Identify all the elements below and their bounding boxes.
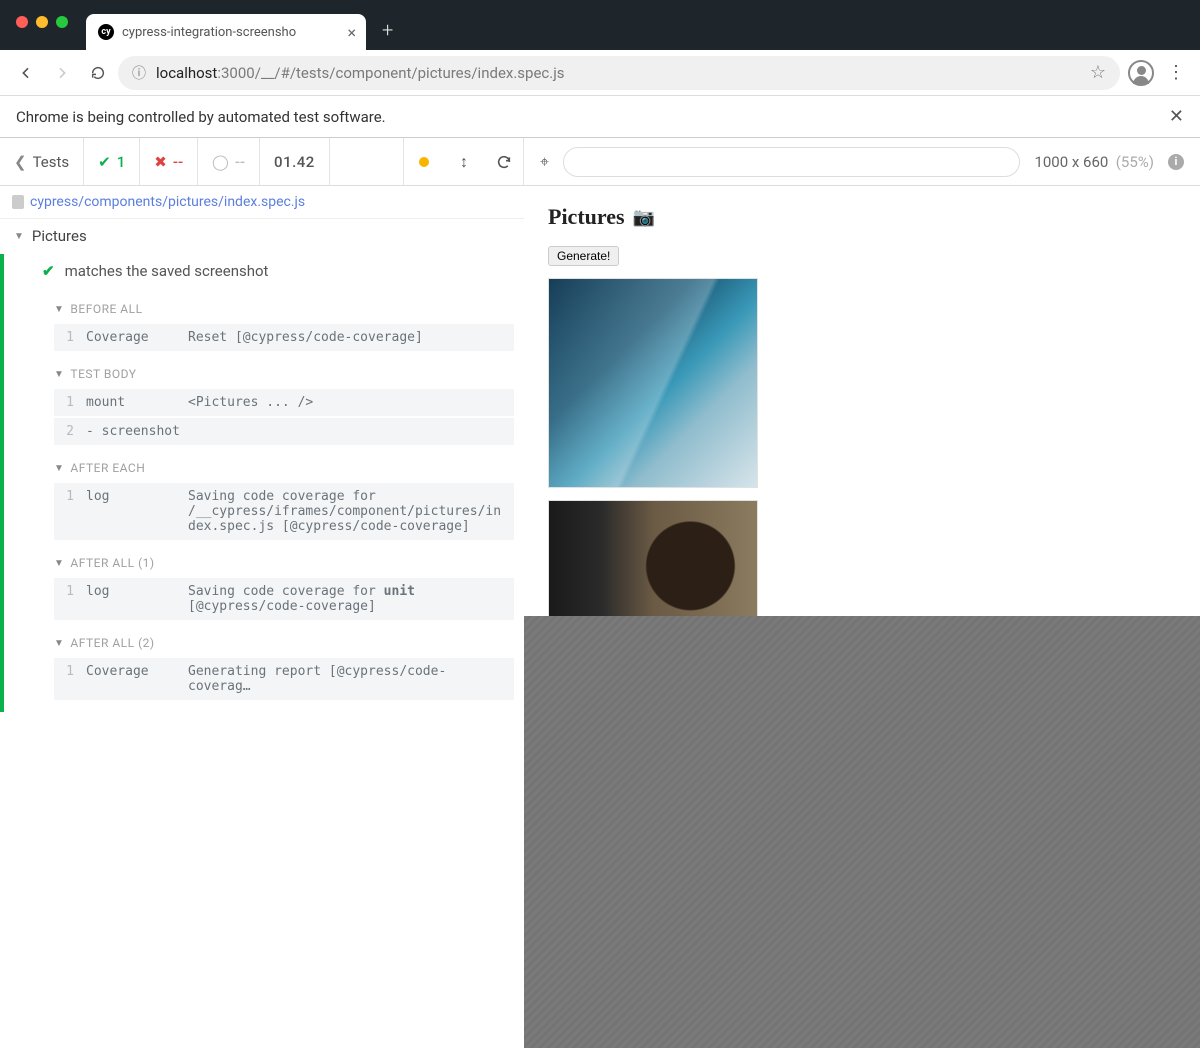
page-title: Pictures📷 bbox=[548, 204, 1176, 230]
reporter-panel: cypress/components/pictures/index.spec.j… bbox=[0, 186, 524, 1048]
browser-toolbar: ⓘ localhost:3000/__/#/tests/component/pi… bbox=[0, 50, 1200, 96]
command-row[interactable]: 1 log Saving code coverage for unit [@cy… bbox=[54, 578, 514, 620]
test-row[interactable]: ✔ matches the saved screenshot bbox=[14, 254, 524, 288]
chevron-down-icon: ▼ bbox=[54, 638, 64, 649]
camera-icon: 📷 bbox=[633, 207, 655, 228]
auto-scroll-toggle[interactable] bbox=[404, 138, 444, 185]
automation-info-bar: Chrome is being controlled by automated … bbox=[0, 96, 1200, 138]
section-before-all[interactable]: ▼ BEFORE ALL bbox=[14, 288, 524, 322]
viewport-size: 1000 x 660 (55%) bbox=[1034, 153, 1154, 171]
command-row[interactable]: 2 - screenshot bbox=[54, 418, 514, 445]
automation-info-text: Chrome is being controlled by automated … bbox=[16, 108, 386, 126]
picture-thumbnail bbox=[548, 500, 758, 620]
command-row[interactable]: 1 mount <Pictures ... /> bbox=[54, 389, 514, 416]
window-controls bbox=[16, 16, 68, 28]
picture-thumbnail bbox=[548, 278, 758, 488]
dot-icon bbox=[419, 157, 429, 167]
stats-failed: ✖ -- bbox=[140, 138, 198, 185]
spec-file-link[interactable]: cypress/components/pictures/index.spec.j… bbox=[0, 186, 524, 219]
chevron-left-icon: ❮ bbox=[14, 153, 27, 171]
forward-button[interactable] bbox=[46, 57, 78, 89]
section-after-all-1[interactable]: ▼ AFTER ALL (1) bbox=[14, 542, 524, 576]
address-bar[interactable]: ⓘ localhost:3000/__/#/tests/component/pi… bbox=[118, 56, 1120, 90]
runner-header: ❮ Tests ✔ 1 ✖ -- ◯ -- 01.42 ↕ ⌖ 1000 x bbox=[0, 138, 1200, 186]
info-bar-close-icon[interactable]: ✕ bbox=[1169, 106, 1184, 127]
browser-tab-strip: cy cypress-integration-screensho × + bbox=[0, 0, 1200, 50]
back-button[interactable] bbox=[10, 57, 42, 89]
tab-close-icon[interactable]: × bbox=[347, 23, 356, 42]
tab-title: cypress-integration-screensho bbox=[122, 25, 339, 40]
empty-backdrop bbox=[524, 616, 1200, 1048]
stats-passed: ✔ 1 bbox=[84, 138, 140, 185]
check-icon: ✔ bbox=[98, 153, 111, 171]
selector-playground-icon[interactable]: ⌖ bbox=[540, 152, 549, 172]
x-icon: ✖ bbox=[154, 153, 167, 171]
aut-panel: Pictures📷 Generate! bbox=[524, 186, 1200, 1048]
window-minimize-icon[interactable] bbox=[36, 16, 48, 28]
chevron-down-icon: ▼ bbox=[54, 463, 64, 474]
site-info-icon[interactable]: ⓘ bbox=[132, 63, 146, 83]
back-to-tests-button[interactable]: ❮ Tests bbox=[0, 138, 84, 185]
scroll-sync-icon[interactable]: ↕ bbox=[444, 138, 484, 185]
command-row[interactable]: 1 Coverage Generating report [@cypress/c… bbox=[54, 658, 514, 700]
command-row[interactable]: 1 Coverage Reset [@cypress/code-coverage… bbox=[54, 324, 514, 351]
tab-favicon: cy bbox=[98, 24, 114, 40]
circle-icon: ◯ bbox=[212, 153, 229, 171]
section-test-body[interactable]: ▼ TEST BODY bbox=[14, 353, 524, 387]
browser-menu-icon[interactable]: ⋮ bbox=[1162, 62, 1190, 83]
chevron-down-icon: ▼ bbox=[54, 304, 64, 315]
check-icon: ✔ bbox=[42, 262, 55, 280]
window-maximize-icon[interactable] bbox=[56, 16, 68, 28]
command-row[interactable]: 1 log Saving code coverage for /__cypres… bbox=[54, 483, 514, 540]
profile-avatar-icon[interactable] bbox=[1124, 56, 1158, 90]
section-after-each[interactable]: ▼ AFTER EACH bbox=[14, 447, 524, 481]
aut-iframe: Pictures📷 Generate! bbox=[524, 186, 1200, 616]
viewport-info-icon[interactable]: i bbox=[1168, 154, 1184, 170]
url-text: localhost:3000/__/#/tests/component/pict… bbox=[156, 64, 565, 82]
stats-pending: ◯ -- bbox=[198, 138, 260, 185]
file-icon bbox=[12, 195, 24, 209]
runner-main: cypress/components/pictures/index.spec.j… bbox=[0, 186, 1200, 1048]
bookmark-star-icon[interactable]: ☆ bbox=[1090, 62, 1106, 83]
selector-playground-input[interactable] bbox=[563, 147, 1020, 177]
section-after-all-2[interactable]: ▼ AFTER ALL (2) bbox=[14, 622, 524, 656]
stats-duration: 01.42 bbox=[260, 138, 330, 185]
chevron-down-icon: ▼ bbox=[14, 231, 24, 242]
reload-button[interactable] bbox=[82, 57, 114, 89]
new-tab-button[interactable]: + bbox=[382, 18, 393, 42]
rerun-button[interactable] bbox=[484, 138, 524, 185]
window-close-icon[interactable] bbox=[16, 16, 28, 28]
chevron-down-icon: ▼ bbox=[54, 558, 64, 569]
generate-button[interactable]: Generate! bbox=[548, 246, 619, 266]
describe-block[interactable]: ▼ Pictures bbox=[0, 219, 524, 254]
chevron-down-icon: ▼ bbox=[54, 369, 64, 380]
browser-tab[interactable]: cy cypress-integration-screensho × bbox=[86, 14, 366, 50]
